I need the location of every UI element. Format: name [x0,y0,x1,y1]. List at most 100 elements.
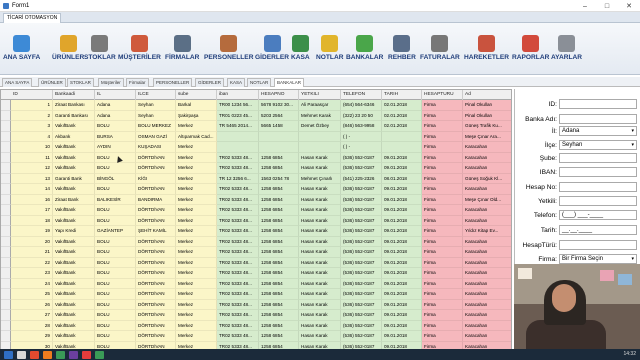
table-cell[interactable]: Merkez [176,320,217,331]
table-cell[interactable]: OSMAN GAZİ [136,131,176,142]
table-cell[interactable]: Güneş Soğuk Kl... [463,173,511,184]
table-cell[interactable]: VakıfBank [53,205,95,216]
visual-studio-icon[interactable] [69,350,78,359]
table-cell[interactable]: Karacahan [463,184,511,195]
table-cell[interactable]: (536) 552-0187 [341,215,382,226]
table-cell[interactable]: (654) 564-6346 [341,100,382,111]
table-cell[interactable]: BOLU [95,320,136,331]
table-cell[interactable]: 10 [11,142,53,153]
table-cell[interactable]: ( ) - [341,131,382,142]
table-cell[interactable] [382,131,422,142]
table-cell[interactable]: Merkez [176,142,217,153]
table-cell[interactable]: (536) 552-0187 [341,257,382,268]
chevron-down-icon[interactable]: ▾ [631,141,634,149]
ribbon-button-3[interactable]: MÜŞTERİLER [118,35,161,73]
table-row[interactable]: 16 Ziraat Bank BALIKESİR BANDIRMA Merkez TR02… [1,194,511,205]
table-cell[interactable]: TR02 5333 48... [217,278,259,289]
table-cell[interactable]: Güneş Trafik Ku... [463,121,511,132]
table-cell[interactable]: DÖRTDİVAN [136,205,176,216]
chrome-icon[interactable] [56,350,65,359]
table-cell[interactable]: Merkez [176,299,217,310]
ribbon-button-0[interactable]: ANA SAYFA [3,35,40,73]
table-cell[interactable]: 09.01.2018 [382,152,422,163]
column-header[interactable]: Ad [463,90,511,100]
table-cell[interactable]: Merkez [176,152,217,163]
table-cell[interactable]: Firma [422,278,463,289]
ribbon-button-13[interactable]: RAPORLAR [512,35,549,73]
table-cell[interactable]: TR00 1234 56... [217,100,259,111]
table-cell[interactable]: (846) 563-9958 [341,121,382,132]
table-cell[interactable]: BOLU [95,257,136,268]
table-cell[interactable]: VakıfBank [53,331,95,342]
table-cell[interactable]: VakıfBank [53,278,95,289]
table-cell[interactable]: Hasan Karak [299,257,341,268]
table-cell[interactable]: VakıfBank [53,152,95,163]
table-cell[interactable]: Firma [422,331,463,342]
table-cell[interactable]: Hasan Karak [299,152,341,163]
table-cell[interactable]: TR02 5333 48... [217,289,259,300]
table-cell[interactable]: DÖRTDİVAN [136,257,176,268]
table-cell[interactable]: Hasan Karak [299,226,341,237]
row-selector[interactable] [1,163,11,174]
table-cell[interactable]: Hasan Karak [299,268,341,279]
table-row[interactable]: 20 VakıfBank BOLU DÖRTDİVAN Merkez TR02 5333 … [1,236,511,247]
table-cell[interactable]: Hasan Karak [299,184,341,195]
table-cell[interactable]: Mehmet Çınarlı [299,173,341,184]
row-selector[interactable] [1,257,11,268]
row-selector[interactable] [1,152,11,163]
table-cell[interactable]: Barkal [176,100,217,111]
row-selector[interactable] [1,131,11,142]
table-cell[interactable]: 27 [11,310,53,321]
app-icon-c[interactable] [95,350,104,359]
row-selector[interactable] [1,236,11,247]
table-cell[interactable]: TR02 5333 48... [217,310,259,321]
table-cell[interactable] [299,142,341,153]
table-cell[interactable]: Karacahan [463,163,511,174]
table-cell[interactable]: 14 [11,184,53,195]
column-header[interactable]: sube [176,90,217,100]
table-cell[interactable]: Karacahan [463,310,511,321]
form-tab-4[interactable]: Firmalar [126,78,149,87]
table-cell[interactable]: Firma [422,194,463,205]
chevron-down-icon[interactable]: ▾ [631,255,634,263]
table-cell[interactable]: Hasan Karak [299,215,341,226]
table-cell[interactable]: TR02 5333 48... [217,184,259,195]
table-cell[interactable]: (536) 552-0187 [341,299,382,310]
table-cell[interactable]: 09.01.2018 [382,320,422,331]
table-cell[interactable]: Firma [422,110,463,121]
row-selector[interactable] [1,110,11,121]
table-row[interactable]: 22 VakıfBank BOLU DÖRTDİVAN Merkez TR02 5333 … [1,257,511,268]
table-cell[interactable]: BOLU [95,247,136,258]
table-cell[interactable]: (536) 552-0187 [341,184,382,195]
table-cell[interactable]: 1258 6854 [259,320,299,331]
table-cell[interactable]: Pinal Okulları [463,100,511,111]
table-cell[interactable]: DÖRTDİVAN [136,331,176,342]
table-cell[interactable]: Karacahan [463,142,511,153]
table-cell[interactable]: Hasan Karak [299,310,341,321]
table-cell[interactable]: TR02 5333 48... [217,299,259,310]
table-row[interactable]: 27 VakıfBank BOLU DÖRTDİVAN Merkez TR02 5333 … [1,310,511,321]
table-cell[interactable]: BOLU [95,268,136,279]
table-cell[interactable] [217,142,259,153]
table-cell[interactable]: 20 [11,236,53,247]
table-cell[interactable]: BOLU [95,236,136,247]
table-cell[interactable]: 1258 6854 [259,289,299,300]
table-cell[interactable]: Altıparmak Cad... [176,131,217,142]
table-cell[interactable]: TR02 5333 48... [217,163,259,174]
table-cell[interactable]: Karacahan [463,320,511,331]
table-row[interactable]: 24 VakıfBank BOLU DÖRTDİVAN Merkez TR02 5333 … [1,278,511,289]
table-cell[interactable]: 1258 6854 [259,268,299,279]
table-cell[interactable]: TR02 5333 48... [217,257,259,268]
table-cell[interactable]: 17 [11,205,53,216]
table-cell[interactable]: Hasan Karak [299,194,341,205]
table-cell[interactable]: BOLU [95,163,136,174]
table-cell[interactable]: BOLU MERKEZ [136,121,176,132]
table-cell[interactable]: Merkez [176,163,217,174]
table-cell[interactable]: TR02 5333 48... [217,331,259,342]
table-cell[interactable]: TR02 5333 48... [217,226,259,237]
form-input[interactable] [559,167,637,177]
table-cell[interactable]: 1258 6854 [259,163,299,174]
table-cell[interactable]: Ziraat Bankası [53,100,95,111]
table-row[interactable]: 10 VakıfBank AYDIN KUŞADASI Merkez ( ) - Firma… [1,142,511,153]
table-cell[interactable]: VakıfBank [53,257,95,268]
